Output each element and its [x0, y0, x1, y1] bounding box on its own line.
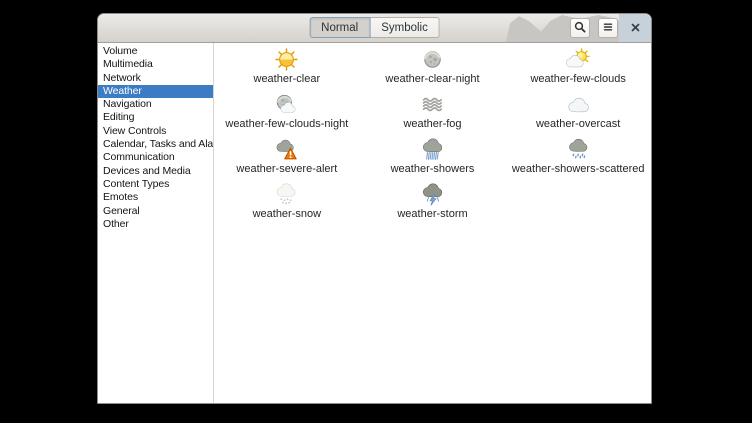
icon-grid: weather-clear weather-clear-night weathe…: [214, 43, 651, 403]
sidebar-item-communication[interactable]: Communication: [98, 151, 213, 164]
close-button[interactable]: [626, 19, 644, 37]
icon-grid-item[interactable]: weather-showers-scattered: [505, 136, 651, 181]
sidebar-item-calendar-tasks-and-alarms[interactable]: Calendar, Tasks and Alarms: [98, 138, 213, 151]
sidebar-item-network[interactable]: Network: [98, 72, 213, 85]
weather-severe-alert-icon: [274, 136, 300, 162]
sidebar-item-navigation[interactable]: Navigation: [98, 98, 213, 111]
icon-name-label: weather-showers-scattered: [511, 163, 645, 175]
sidebar-list: Volume Multimedia Network Weather Navigation…: [98, 43, 214, 403]
sidebar-item-weather[interactable]: Weather: [98, 84, 213, 99]
icon-grid-item[interactable]: weather-snow: [214, 181, 360, 226]
icon-grid-item[interactable]: weather-fog: [360, 91, 506, 136]
icon-name-label: weather-snow: [252, 208, 322, 220]
sidebar-item-view-controls[interactable]: View Controls: [98, 125, 213, 138]
sidebar-item-emotes[interactable]: Emotes: [98, 191, 213, 204]
icon-name-label: weather-few-clouds-night: [225, 118, 349, 130]
toggle-normal-button[interactable]: Normal: [309, 17, 371, 38]
icon-name-label: weather-showers: [390, 163, 475, 175]
sidebar-item-other[interactable]: Other: [98, 218, 213, 231]
icon-name-label: weather-fog: [403, 118, 462, 130]
icon-grid-item[interactable]: weather-few-clouds: [505, 46, 651, 91]
weather-fog-icon: [419, 91, 445, 117]
weather-showers-icon: [419, 136, 445, 162]
icon-grid-item[interactable]: weather-clear-night: [360, 46, 506, 91]
sidebar-item-editing[interactable]: Editing: [98, 111, 213, 124]
search-icon: [574, 21, 586, 36]
icon-name-label: weather-clear: [253, 73, 321, 85]
menu-icon: [602, 21, 614, 36]
sidebar-item-devices-and-media[interactable]: Devices and Media: [98, 165, 213, 178]
weather-overcast-icon: [565, 91, 591, 117]
sidebar-item-multimedia[interactable]: Multimedia: [98, 58, 213, 71]
icon-grid-item[interactable]: weather-storm: [360, 181, 506, 226]
header-controls: [570, 18, 644, 38]
headerbar: Normal Symbolic: [98, 14, 651, 43]
icon-browser-window: Normal Symbolic Volume Multimedia Networ…: [97, 13, 652, 404]
weather-clear-icon: [274, 46, 300, 72]
icon-name-label: weather-clear-night: [385, 73, 480, 85]
weather-storm-icon: [419, 181, 445, 207]
weather-snow-icon: [274, 181, 300, 207]
sidebar-item-volume[interactable]: Volume: [98, 45, 213, 58]
icon-name-label: weather-storm: [397, 208, 468, 220]
sidebar-item-general[interactable]: General: [98, 205, 213, 218]
icon-grid-item[interactable]: weather-severe-alert: [214, 136, 360, 181]
weather-few-clouds-icon: [565, 46, 591, 72]
icon-grid-item[interactable]: weather-clear: [214, 46, 360, 91]
view-toggle-group: Normal Symbolic: [309, 17, 440, 38]
close-icon: [630, 21, 641, 36]
icon-name-label: weather-overcast: [535, 118, 621, 130]
weather-clear-night-icon: [419, 46, 445, 72]
weather-showers-scattered-icon: [565, 136, 591, 162]
icon-grid-item[interactable]: weather-overcast: [505, 91, 651, 136]
toggle-symbolic-button[interactable]: Symbolic: [370, 17, 440, 38]
main-content: Volume Multimedia Network Weather Navigation…: [98, 43, 651, 403]
weather-few-clouds-night-icon: [274, 91, 300, 117]
icon-grid-item[interactable]: weather-few-clouds-night: [214, 91, 360, 136]
menu-button[interactable]: [598, 18, 618, 38]
icon-grid-item[interactable]: weather-showers: [360, 136, 506, 181]
search-button[interactable]: [570, 18, 590, 38]
icon-name-label: weather-severe-alert: [236, 163, 338, 175]
icon-name-label: weather-few-clouds: [530, 73, 626, 85]
sidebar-item-content-types[interactable]: Content Types: [98, 178, 213, 191]
